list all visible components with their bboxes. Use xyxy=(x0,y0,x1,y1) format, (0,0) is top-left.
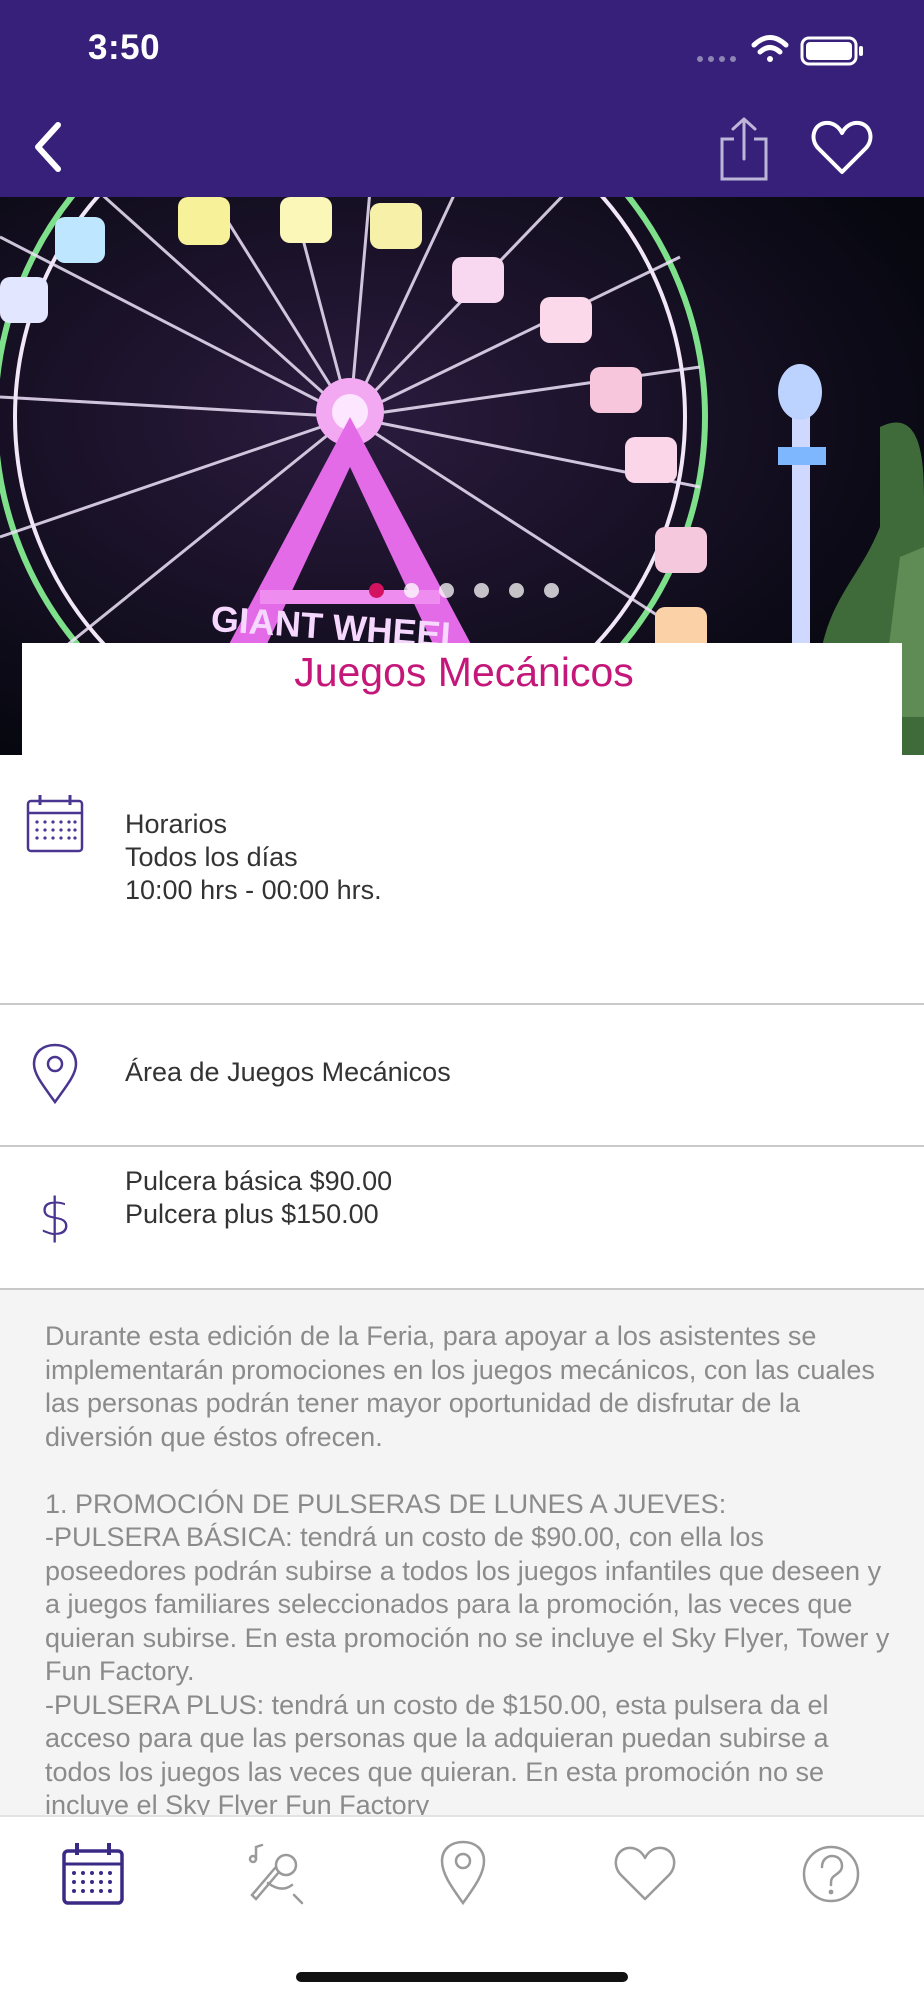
status-icons xyxy=(697,35,863,66)
wifi-icon xyxy=(751,35,789,62)
chevron-left-icon xyxy=(35,122,61,172)
carousel-dots xyxy=(0,583,924,598)
schedule-row: Horarios Todos los días 10:00 hrs - 00:0… xyxy=(0,755,924,1003)
carousel-dot-5[interactable] xyxy=(509,583,524,598)
schedule-days: Todos los días xyxy=(125,842,298,872)
location-pin-icon[interactable] xyxy=(428,1839,498,1909)
price-basic: Pulcera básica $90.00 xyxy=(125,1166,393,1196)
carousel-dot-4[interactable] xyxy=(474,583,489,598)
page-title: Juegos Mecánicos xyxy=(294,649,634,695)
price-row: $ Pulcera básica $90.00 Pulcera plus $15… xyxy=(0,1147,924,1288)
top-bar: 3:50 xyxy=(0,0,924,197)
carousel-dot-3[interactable] xyxy=(439,583,454,598)
share-icon[interactable] xyxy=(716,115,772,185)
svg-text:$: $ xyxy=(38,1188,71,1248)
carousel-dot-6[interactable] xyxy=(544,583,559,598)
title-card: Juegos Mecánicos xyxy=(22,643,902,755)
description-panel[interactable]: Durante esta edición de la Feria, para a… xyxy=(0,1290,924,1815)
location-row[interactable]: Área de Juegos Mecánicos xyxy=(0,1005,924,1145)
location-text: Área de Juegos Mecánicos xyxy=(125,1057,451,1087)
carousel-dot-1[interactable] xyxy=(369,583,384,598)
schedule-hours: 10:00 hrs - 00:00 hrs. xyxy=(125,875,382,905)
description-text: Durante esta edición de la Feria, para a… xyxy=(45,1321,890,1815)
schedule-text: Horarios Todos los días 10:00 hrs - 00:0… xyxy=(125,808,382,907)
calendar-icon xyxy=(26,795,84,853)
price-text: Pulcera básica $90.00 Pulcera plus $150.… xyxy=(125,1165,392,1231)
location-pin-icon xyxy=(32,1043,78,1105)
signal-icon xyxy=(697,56,736,62)
status-time: 3:50 xyxy=(88,28,161,67)
home-indicator xyxy=(296,1972,628,1982)
back-button[interactable] xyxy=(18,112,78,182)
help-icon[interactable] xyxy=(796,1839,866,1909)
heart-icon[interactable] xyxy=(610,1839,680,1909)
price-plus: Pulcera plus $150.00 xyxy=(125,1199,379,1229)
schedule-heading: Horarios xyxy=(125,809,228,839)
dollar-icon: $ xyxy=(38,1188,71,1248)
carousel-dot-2[interactable] xyxy=(404,583,419,598)
battery-icon xyxy=(800,36,863,66)
heart-icon[interactable] xyxy=(810,118,874,178)
calendar-icon[interactable] xyxy=(58,1839,128,1909)
singer-microphone-icon[interactable] xyxy=(242,1839,312,1909)
